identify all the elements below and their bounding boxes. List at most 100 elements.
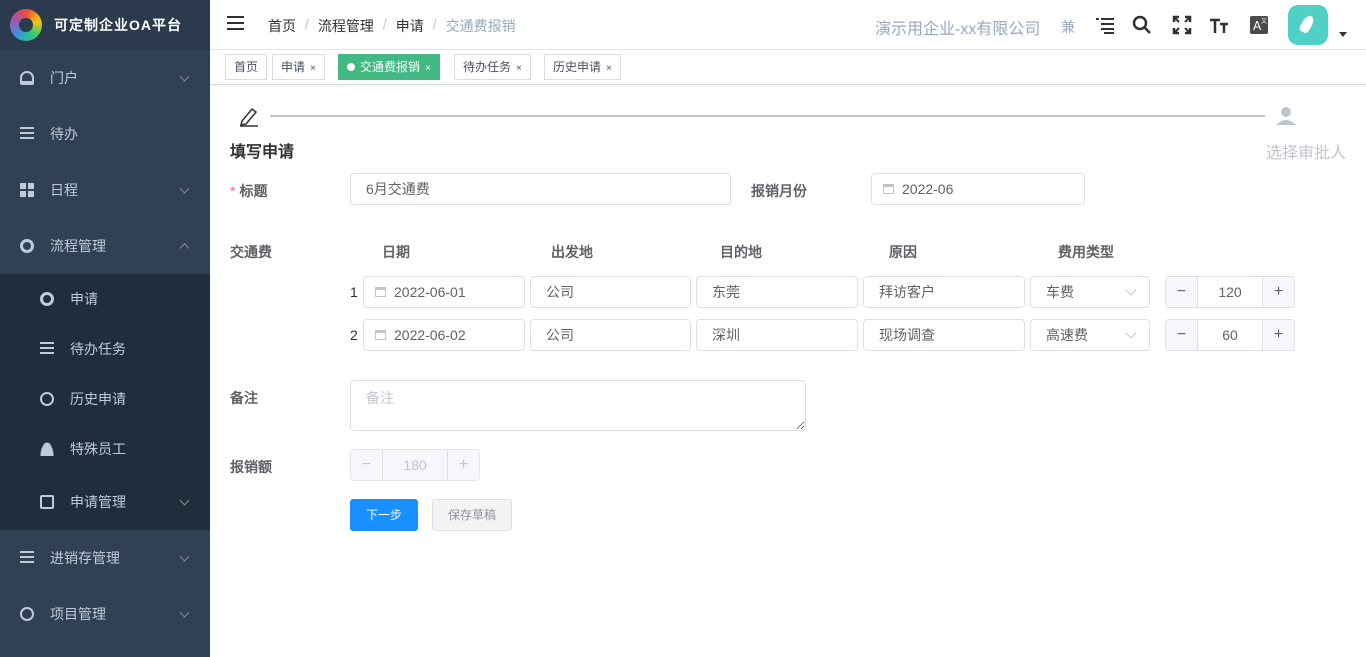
total-amount-stepper: − 180 + <box>350 449 480 481</box>
close-icon[interactable]: × <box>516 63 522 74</box>
main-content: 填写申请 选择审批人 * 标题 6月交通费 报销月份 2022-06 交通费 日期… <box>210 85 1366 657</box>
column-date: 日期 <box>382 244 410 260</box>
month-label: 报销月份 <box>751 183 807 199</box>
app-title: 可定制企业OA平台 <box>54 17 182 33</box>
tag-todo-tasks[interactable]: 待办任务 × <box>454 54 531 80</box>
remark-textarea[interactable] <box>350 380 806 431</box>
row-amount-stepper[interactable]: − 120 + <box>1165 276 1295 308</box>
sidebar-subitem-todo-tasks[interactable]: 待办任务 <box>0 324 210 374</box>
tag-apply[interactable]: 申请 × <box>272 54 325 80</box>
dashboard-icon <box>20 71 34 85</box>
sidebar-item-label: 待办任务 <box>70 341 126 357</box>
sidebar-subitem-history[interactable]: 历史申请 <box>0 374 210 424</box>
title-input[interactable]: 6月交通费 <box>350 173 731 205</box>
title-label: * 标题 <box>230 183 268 199</box>
breadcrumb: 首页 / 流程管理 / 申请 / 交通费报销 <box>268 16 516 36</box>
row-to-input[interactable]: 深圳 <box>696 319 858 351</box>
breadcrumb-item[interactable]: 申请 <box>396 16 424 36</box>
sidebar-item-label: 项目管理 <box>50 606 106 622</box>
chevron-down-icon <box>179 495 190 506</box>
increment-button[interactable]: + <box>1262 277 1294 307</box>
steps-line <box>270 115 1265 117</box>
chevron-down-icon <box>1125 284 1137 296</box>
sidebar-item-portal[interactable]: 门户 <box>0 50 210 106</box>
next-step-button[interactable]: 下一步 <box>350 499 418 531</box>
workflow-icon <box>20 239 34 253</box>
translate-icon[interactable]: A 文 <box>1249 15 1269 35</box>
font-size-icon[interactable] <box>1209 15 1229 35</box>
chevron-down-icon <box>179 551 190 562</box>
search-icon <box>40 392 54 406</box>
sidebar-item-label: 历史申请 <box>70 391 126 407</box>
calendar-icon <box>375 287 386 297</box>
hamburger-icon[interactable] <box>227 16 244 30</box>
font-char-button[interactable]: 兼 <box>1061 17 1075 37</box>
row-type-select[interactable]: 车费 <box>1030 276 1150 308</box>
breadcrumb-current: 交通费报销 <box>445 18 516 34</box>
column-reason: 原因 <box>889 244 917 260</box>
calendar-icon <box>375 330 386 340</box>
user-icon <box>1276 107 1296 125</box>
sidebar-item-schedule[interactable]: 日程 <box>0 162 210 218</box>
chevron-down-icon <box>1125 327 1137 339</box>
decrement-button: − <box>351 450 383 480</box>
user-icon <box>40 442 54 456</box>
breadcrumb-item[interactable]: 流程管理 <box>318 16 374 36</box>
decrement-button[interactable]: − <box>1166 320 1198 350</box>
close-icon[interactable]: × <box>310 63 316 74</box>
tag-history[interactable]: 历史申请 × <box>544 54 621 80</box>
active-dot-icon <box>347 63 355 71</box>
sidebar-subitem-apply-manage[interactable]: 申请管理 <box>0 474 210 530</box>
list-icon <box>40 342 54 356</box>
row-from-input[interactable]: 公司 <box>530 276 691 308</box>
breadcrumb-item[interactable]: 首页 <box>268 16 296 36</box>
row-date-picker[interactable]: 2022-06-01 <box>363 276 525 308</box>
row-reason-input[interactable]: 拜访客户 <box>863 276 1025 308</box>
avatar[interactable] <box>1288 5 1328 45</box>
row-to-input[interactable]: 东莞 <box>696 276 858 308</box>
decrement-button[interactable]: − <box>1166 277 1198 307</box>
search-icon[interactable] <box>1132 15 1152 35</box>
menu-list-icon[interactable] <box>1095 15 1115 35</box>
sidebar-item-project[interactable]: 项目管理 <box>0 586 210 642</box>
row-type-select[interactable]: 高速费 <box>1030 319 1150 351</box>
close-icon[interactable]: × <box>425 63 431 74</box>
column-type: 费用类型 <box>1058 244 1114 260</box>
sidebar-subitem-apply[interactable]: 申请 <box>0 274 210 324</box>
row-date-picker[interactable]: 2022-06-02 <box>363 319 525 351</box>
traffic-label: 交通费 <box>230 244 272 260</box>
sidebar-item-label: 门户 <box>50 70 78 86</box>
sidebar-item-workflow[interactable]: 流程管理 <box>0 218 210 274</box>
sidebar-item-label: 申请管理 <box>70 494 126 510</box>
company-name: 演示用企业-xx有限公司 <box>875 21 1041 38</box>
row-from-input[interactable]: 公司 <box>530 319 691 351</box>
sidebar-subitem-special-staff[interactable]: 特殊员工 <box>0 424 210 474</box>
step-next-title: 选择审批人 <box>1266 145 1347 162</box>
eye-icon <box>20 607 34 621</box>
increment-button: + <box>447 450 479 480</box>
total-label: 报销额 <box>230 459 272 475</box>
tag-home[interactable]: 首页 <box>225 54 268 80</box>
caret-down-icon[interactable] <box>1339 32 1347 37</box>
logo[interactable]: 可定制企业OA平台 <box>0 0 210 50</box>
chevron-down-icon <box>179 183 190 194</box>
tag-traffic-reimburse[interactable]: 交通费报销 × <box>338 54 440 80</box>
sidebar-item-label: 特殊员工 <box>70 441 126 457</box>
top-navbar: 首页 / 流程管理 / 申请 / 交通费报销 演示用企业-xx有限公司 兼 A … <box>210 0 1366 50</box>
close-icon[interactable]: × <box>606 63 612 74</box>
row-reason-input[interactable]: 现场调查 <box>863 319 1025 351</box>
increment-button[interactable]: + <box>1262 320 1294 350</box>
row-amount-stepper[interactable]: − 60 + <box>1165 319 1295 351</box>
tags-view: 首页 申请 × 交通费报销 × 待办任务 × 历史申请 × <box>210 51 1366 85</box>
row-index: 1 <box>350 284 358 300</box>
workflow-submenu: 申请 待办任务 历史申请 特殊员工 申请管理 <box>0 274 210 530</box>
month-picker[interactable]: 2022-06 <box>871 173 1085 205</box>
fullscreen-icon[interactable] <box>1172 15 1192 35</box>
calendar-icon <box>883 184 894 194</box>
sidebar-item-inventory[interactable]: 进销存管理 <box>0 530 210 586</box>
workflow-icon <box>40 292 54 306</box>
list-icon <box>20 127 34 141</box>
sidebar-item-todo[interactable]: 待办 <box>0 106 210 162</box>
save-draft-button[interactable]: 保存草稿 <box>432 499 512 531</box>
sidebar-item-label: 申请 <box>70 291 98 307</box>
